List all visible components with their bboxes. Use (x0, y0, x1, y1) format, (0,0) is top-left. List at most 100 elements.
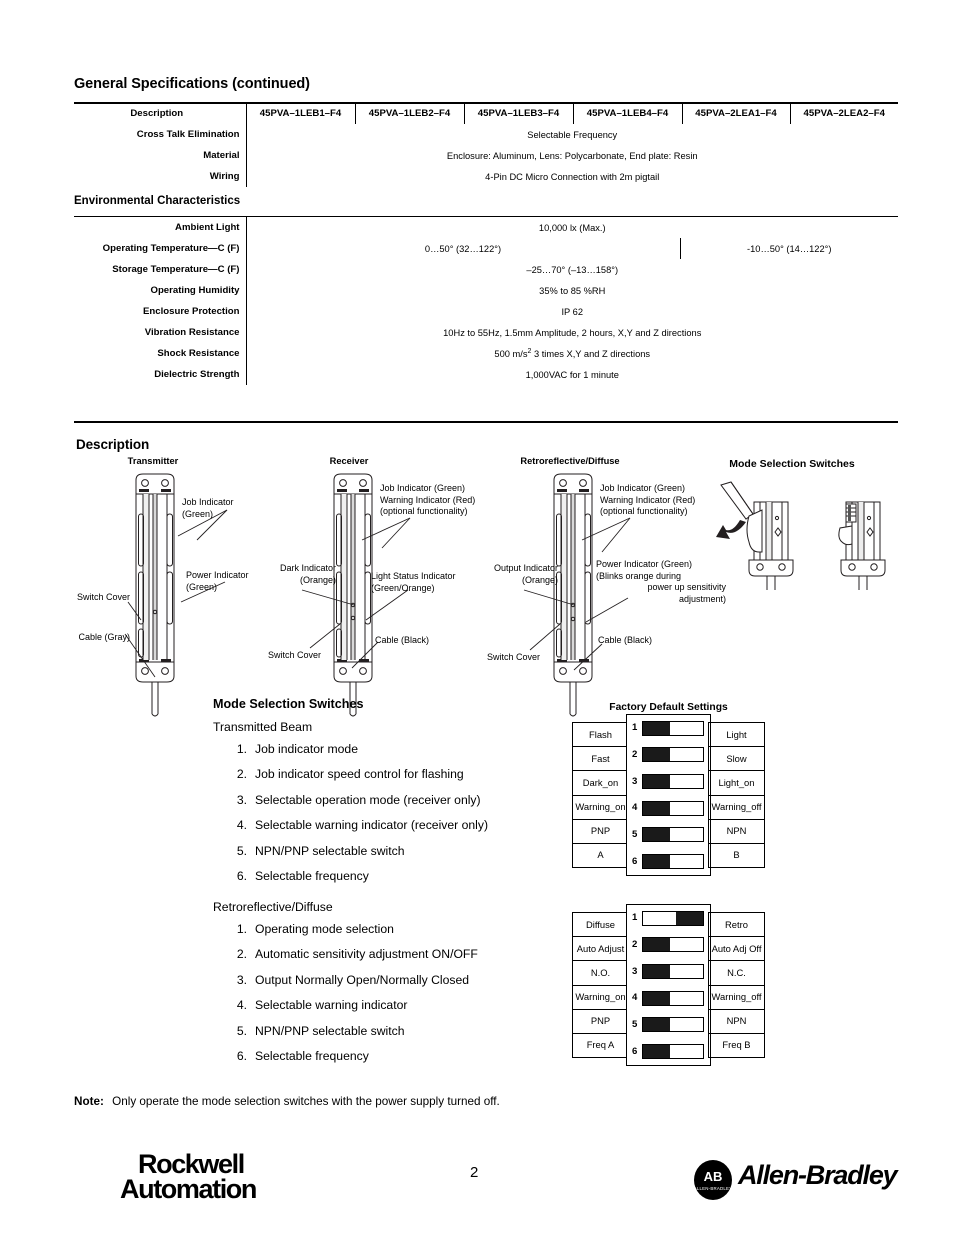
rockwell-automation-logo: Rockwell Automation (120, 1151, 257, 1203)
dip-switch-block[interactable]: 1 2 3 4 5 6 (626, 714, 711, 876)
receiver-light-status-label: Light Status Indicator (Green/Orange) (371, 571, 456, 593)
document-page: General Specifications (continued) Descr… (0, 0, 954, 1235)
column-header-1: 45PVA–1LEB1–F4 (245, 103, 355, 124)
list-number: 5. (236, 843, 247, 858)
list-text: Automatic sensitivity adjustment ON/OFF (255, 947, 478, 962)
dip-switch-toggle-3[interactable] (642, 964, 704, 980)
receiver-dark-indicator-label: Dark Indicator (Orange) (279, 563, 336, 585)
dip-switch-table-retro: Diffuse Auto Adjust N.O. Warning_on PNP Freq … (572, 904, 765, 1066)
table-row: Operating Temperature—C (F) 0…50° (32…122… (74, 238, 898, 259)
retro-diffuse-list: 1. Operating mode selection 2. Automatic se… (213, 922, 595, 1074)
list-number: 3. (236, 792, 247, 807)
dip-switch-row: 6 (627, 854, 710, 870)
transmitter-cable-label: Cable (Gray) (78, 632, 130, 642)
retro-diffuse-item: 3. Output Normally Open/Normally Closed (237, 972, 595, 987)
list-number: 1. (236, 922, 247, 936)
dip-switch-toggle-2[interactable] (642, 937, 704, 953)
allen-bradley-wordmark: Allen-Bradley (738, 1160, 898, 1190)
dip-switch-row: 4 (627, 990, 710, 1006)
dip-switch-index: 4 (632, 802, 638, 814)
dip-switch-index: 5 (632, 1018, 638, 1030)
table-row: Shock Resistance 500 m/s2 3 times X,Y and… (74, 343, 898, 364)
dip-switch-row: 2 (627, 937, 710, 953)
dip-switch-toggle-1[interactable] (642, 720, 704, 736)
table-row: Ambient Light 10,000 lx (Max.) (74, 217, 898, 238)
row-label: Enclosure Protection (143, 306, 240, 317)
dip-left-label: Dark_on (573, 771, 628, 796)
list-text: Selectable frequency (255, 1048, 369, 1063)
dip-left-label: Flash (573, 723, 628, 748)
dip-switch-index: 2 (632, 938, 638, 950)
table-row: Wiring 4-Pin DC Micro Connection with 2m … (74, 166, 898, 187)
dip-left-label: A (597, 849, 604, 861)
table-row: Vibration Resistance 10Hz to 55Hz, 1.5mm … (74, 322, 898, 343)
dip-switch-row: 5 (627, 1017, 710, 1033)
table-row: Enclosure Protection IP 62 (74, 301, 898, 322)
list-number: 4. (236, 998, 247, 1013)
dip-left-label: Fast (573, 747, 628, 772)
dip-switch-index: 4 (632, 992, 638, 1004)
transmitted-beam-label: Transmitted Beam (213, 720, 313, 734)
svg-text:ALLEN-BRADLEY: ALLEN-BRADLEY (694, 1186, 732, 1191)
column-header-6: 45PVA–2LEA2–F4 (789, 103, 898, 124)
dip-switch-knob (643, 1018, 670, 1032)
factory-default-settings-title: Factory Default Settings (609, 702, 728, 713)
dip-switch-knob (643, 828, 670, 842)
dip-switch-row: 3 (627, 774, 710, 790)
dip-switch-knob (643, 965, 670, 979)
retro-caption: Retroreflective/Diffuse (520, 456, 620, 466)
row-value: 500 m/s2 3 times X,Y and Z directions (245, 343, 898, 364)
dip-switch-toggle-2[interactable] (642, 747, 704, 763)
dip-switch-row: 4 (627, 800, 710, 816)
mode-selection-switches-figure-caption: Mode Selection Switches (729, 458, 855, 470)
dip-switch-toggle-3[interactable] (642, 774, 704, 790)
dip-left-labels: Flash Fast Dark_on Warning_on PNP A (572, 722, 629, 868)
transmitter-caption: Transmitter (127, 456, 179, 466)
dip-switch-table-default: Factory Default Settings Flash Fast Dark_o… (572, 702, 765, 876)
note-text: Only operate the mode selection switches… (112, 1095, 500, 1108)
dip-right-label: Light (709, 723, 764, 748)
dip-switch-index: 1 (632, 912, 638, 924)
table-row: Dielectric Strength 1,000VAC for 1 minute (74, 364, 898, 385)
retro-job-warning-label: Job Indicator (Green) Warning Indicator … (600, 483, 696, 516)
row-label: Shock Resistance (157, 348, 240, 359)
list-text: NPN/PNP selectable switch (255, 843, 405, 858)
row-label: Storage Temperature—C (F) (112, 264, 240, 275)
column-header-5: 45PVA–2LEA1–F4 (681, 103, 790, 124)
list-text: Output Normally Open/Normally Closed (255, 972, 470, 987)
dip-switch-knob (643, 775, 670, 789)
receiver-switch-cover-label: Switch Cover (268, 650, 322, 660)
row-label: Operating Humidity (150, 285, 240, 296)
dip-switch-toggle-4[interactable] (642, 990, 704, 1006)
row-value: IP 62 (245, 301, 898, 322)
dip-right-label: Warning_off (709, 796, 764, 820)
dip-switch-block[interactable]: 1 2 3 4 5 6 (626, 904, 711, 1066)
transmitted-beam-item: 1. Job indicator mode (237, 742, 595, 756)
dip-switch-toggle-6[interactable] (642, 1044, 704, 1060)
dip-switch-toggle-5[interactable] (642, 827, 704, 843)
dip-right-label: Freq B (722, 1039, 751, 1051)
dip-switch-toggle-5[interactable] (642, 1017, 704, 1033)
note: Note: Only operate the mode selection sw… (74, 1095, 500, 1108)
dip-switch-toggle-4[interactable] (642, 800, 704, 816)
dip-left-label: Warning_on (573, 796, 628, 820)
dip-right-label: B (733, 849, 740, 861)
list-text: Operating mode selection (255, 922, 394, 936)
dip-switch-toggle-1[interactable] (642, 910, 704, 926)
dip-switch-knob (676, 911, 703, 925)
general-specifications-table: Description 45PVA–1LEB1–F4 45PVA–1LEB2–F4 4… (74, 103, 898, 187)
retro-diffuse-item: 4. Selectable warning indicator (237, 998, 595, 1012)
retro-output-indicator-label: Output Indicator (Orange) (493, 563, 558, 585)
dip-switch-index: 3 (632, 965, 638, 977)
dip-switch-row: 5 (627, 827, 710, 843)
dip-switch-knob (643, 748, 670, 762)
row-label: Dielectric Strength (154, 369, 240, 380)
list-text: Selectable operation mode (receiver only… (255, 792, 481, 807)
table-row: Material Enclosure: Aluminum, Lens: Polyc… (74, 145, 898, 166)
column-header-3: 45PVA–1LEB3–F4 (463, 103, 573, 124)
row-value: 4-Pin DC Micro Connection with 2m pigtai… (245, 166, 898, 187)
dip-right-label: N.C. (709, 961, 764, 986)
transmitted-beam-item: 5. NPN/PNP selectable switch (237, 843, 595, 858)
dip-switch-toggle-6[interactable] (642, 854, 704, 870)
ab-badge-icon: AB ALLEN-BRADLEY (692, 1159, 734, 1201)
